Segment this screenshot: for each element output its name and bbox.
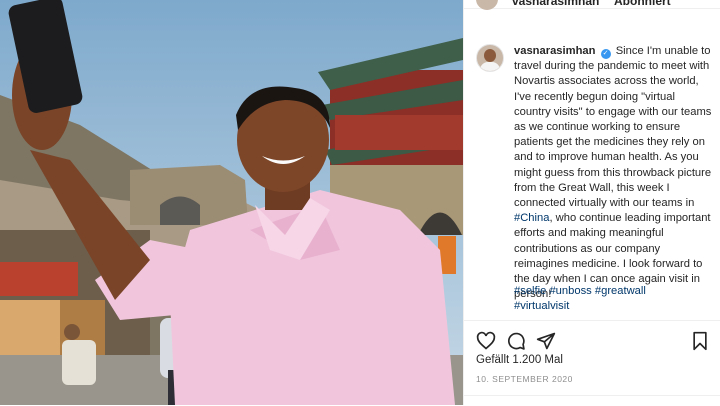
follow-status[interactable]: Abonniert (614, 0, 671, 8)
share-icon[interactable] (536, 331, 556, 351)
hashtag[interactable]: #unboss (549, 285, 591, 297)
caption-text: Since I'm unable to travel during the pa… (514, 45, 712, 210)
post-actions: Gefällt 1.200 Mal 10. SEPTEMBER 2020 (464, 320, 720, 406)
header-username[interactable]: vasnarasimhan (512, 0, 599, 8)
heart-icon[interactable] (476, 331, 496, 351)
caption-username[interactable]: vasnarasimhan (514, 45, 595, 57)
post-panel: vasnarasimhan Abonniert ••• vasnarasimha… (463, 0, 720, 405)
comment-box-divider (464, 395, 720, 406)
hashtag[interactable]: #selfie (514, 285, 546, 297)
like-count[interactable]: Gefällt 1.200 Mal (476, 354, 563, 366)
verified-icon: ✓ (600, 49, 611, 59)
more-options-icon[interactable]: ••• (695, 0, 711, 4)
post-header: vasnarasimhan Abonniert ••• (464, 0, 720, 10)
bookmark-icon[interactable] (690, 331, 710, 351)
comment-icon[interactable] (506, 331, 526, 351)
hashtag-list: #selfie #unboss #greatwall #virtualvisit (514, 284, 712, 314)
hashtag[interactable]: #greatwall (595, 285, 646, 297)
post-photo[interactable] (0, 0, 463, 405)
caption-avatar[interactable] (476, 44, 504, 72)
caption-hashtag-china[interactable]: #China (514, 212, 549, 224)
great-wall-selfie-image (0, 0, 463, 405)
caption: vasnarasimhan ✓ Since I'm unable to trav… (514, 44, 712, 302)
header-avatar[interactable] (476, 0, 498, 10)
hashtag[interactable]: #virtualvisit (514, 300, 569, 312)
post-date: 10. SEPTEMBER 2020 (476, 374, 573, 384)
